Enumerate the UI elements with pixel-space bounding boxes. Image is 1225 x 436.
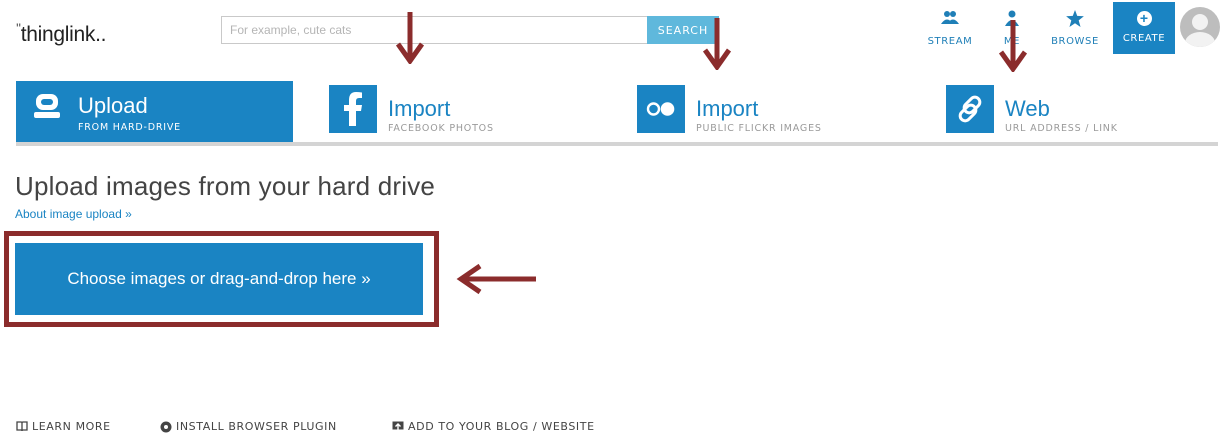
avatar-head [1192, 14, 1208, 30]
nav-browse[interactable]: BROWSE [1043, 10, 1107, 54]
tab-import-facebook-subtitle: FACEBOOK PHOTOS [388, 123, 494, 134]
tab-upload-subtitle: FROM HARD-DRIVE [78, 122, 181, 133]
nav-create-label: CREATE [1122, 33, 1166, 44]
flickr-icon [637, 85, 685, 133]
people-icon [918, 10, 982, 32]
plugin-icon [160, 421, 172, 433]
nav-create-button[interactable]: + CREATE [1113, 2, 1175, 54]
footer-add-to-blog-label: ADD TO YOUR BLOG / WEBSITE [408, 420, 595, 433]
footer-install-plugin-label: INSTALL BROWSER PLUGIN [176, 420, 337, 433]
tab-web-link-subtitle: URL ADDRESS / LINK [1005, 123, 1118, 134]
about-upload-link[interactable]: About image upload » [15, 207, 132, 221]
annotation-arrow-down [702, 18, 732, 70]
facebook-icon [329, 85, 377, 133]
tab-web-link[interactable]: Web URL ADDRESS / LINK [946, 81, 1218, 143]
footer-add-to-blog[interactable]: ADD TO YOUR BLOG / WEBSITE [392, 420, 595, 433]
harddrive-icon [30, 89, 63, 122]
annotation-arrow-down [395, 12, 425, 64]
plus-circle-icon: + [1136, 11, 1152, 26]
embed-icon [392, 421, 404, 432]
tab-upload-title: Upload [78, 93, 148, 118]
avatar[interactable] [1180, 7, 1220, 47]
tab-import-flickr[interactable]: Import PUBLIC FLICKR IMAGES [637, 81, 917, 143]
nav-browse-label: BROWSE [1051, 36, 1099, 47]
tab-import-flickr-title: Import [696, 96, 759, 121]
nav-stream-label: STREAM [927, 36, 973, 47]
book-icon [16, 421, 28, 432]
avatar-body [1185, 32, 1215, 47]
tab-import-facebook-title: Import [388, 96, 451, 121]
search-input[interactable] [221, 16, 647, 44]
page-title: Upload images from your hard drive [15, 171, 436, 201]
tab-import-facebook[interactable]: Import FACEBOOK PHOTOS [329, 81, 609, 143]
annotation-arrow-left [456, 263, 536, 295]
tab-upload[interactable]: Upload FROM HARD-DRIVE [16, 81, 293, 143]
nav-stream[interactable]: STREAM [918, 10, 982, 54]
choose-images-button[interactable]: Choose images or drag-and-drop here » [15, 243, 423, 315]
footer-install-plugin[interactable]: INSTALL BROWSER PLUGIN [160, 420, 337, 433]
tab-import-flickr-subtitle: PUBLIC FLICKR IMAGES [696, 123, 822, 134]
annotation-arrow-down [998, 20, 1028, 72]
thinglink-logo[interactable]: ''thinglink.. [16, 20, 106, 47]
star-icon [1043, 10, 1107, 32]
tab-web-link-title: Web [1005, 96, 1050, 121]
link-icon [946, 85, 994, 133]
tabs-divider [16, 142, 1218, 146]
footer-learn-more-label: LEARN MORE [32, 420, 111, 433]
footer-learn-more[interactable]: LEARN MORE [16, 420, 111, 433]
search-bar: SEARCH [221, 16, 719, 44]
